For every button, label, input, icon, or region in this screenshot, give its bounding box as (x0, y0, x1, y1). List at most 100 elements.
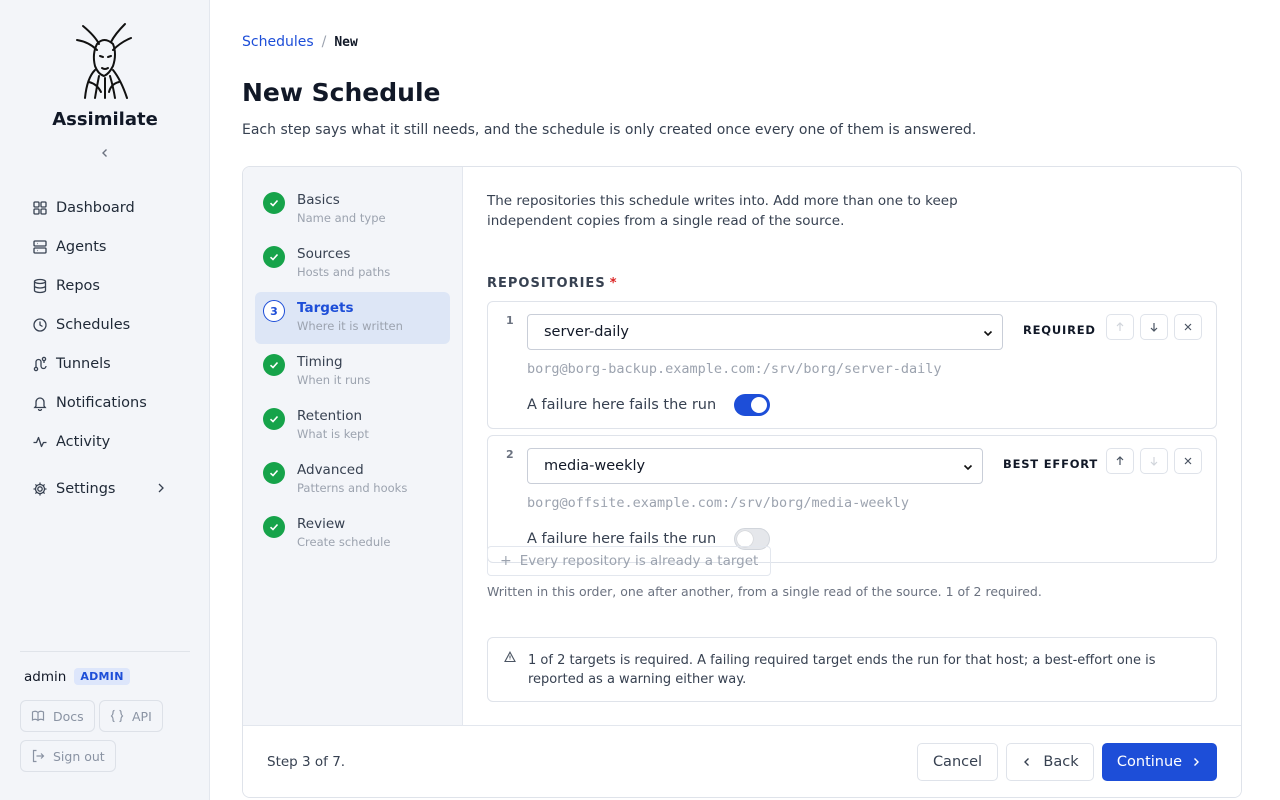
route-icon (33, 356, 47, 371)
sidebar-item-schedules[interactable]: Schedules (20, 305, 190, 344)
step-title: Basics (297, 192, 340, 208)
remove-repo-button[interactable] (1174, 448, 1202, 474)
page-title: New Schedule (242, 78, 441, 107)
sidebar-item-agents[interactable]: Agents (20, 227, 190, 266)
back-label: Back (1043, 754, 1079, 770)
continue-label: Continue (1116, 754, 1183, 770)
collapse-sidebar-button[interactable] (96, 144, 114, 162)
step-desc: Create schedule (297, 535, 391, 549)
step-basics[interactable]: Basics Name and type (255, 184, 450, 236)
chevron-right-icon (1194, 758, 1200, 766)
repo-select[interactable]: media-weekly (527, 448, 983, 484)
database-icon (33, 278, 47, 293)
fail-run-toggle[interactable] (734, 394, 770, 416)
step-desc: Where it is written (297, 319, 403, 333)
close-icon (1184, 323, 1192, 331)
repo-index: 2 (506, 448, 514, 461)
sidebar-item-label: Repos (56, 277, 100, 294)
step-desc: Patterns and hooks (297, 481, 408, 495)
sidebar-item-tunnels[interactable]: Tunnels (20, 344, 190, 383)
check-circle-icon (263, 246, 285, 268)
remove-repo-button[interactable] (1174, 314, 1202, 340)
step-count: Step 3 of 7. (267, 754, 346, 770)
sign-out-button[interactable]: Sign out (20, 740, 116, 772)
move-down-button[interactable] (1140, 314, 1168, 340)
breadcrumb-schedules-link[interactable]: Schedules (242, 34, 314, 50)
book-icon (31, 710, 45, 722)
api-label: API (132, 708, 152, 724)
sign-out-label: Sign out (53, 748, 105, 764)
wizard-card: Basics Name and type Sources Hosts and p… (242, 166, 1242, 798)
arrow-down-icon (1150, 457, 1158, 466)
info-text: 1 of 2 targets is required. A failing re… (528, 653, 1156, 687)
check-circle-icon (263, 516, 285, 538)
sidebar-item-dashboard[interactable]: Dashboard (20, 188, 190, 227)
move-down-button[interactable] (1140, 448, 1168, 474)
step-targets[interactable]: 3 Targets Where it is written (255, 292, 450, 344)
step-number-badge: 3 (263, 300, 285, 322)
page-subtitle: Each step says what it still needs, and … (242, 122, 977, 138)
arrow-down-icon (1150, 323, 1158, 332)
check-circle-icon (263, 408, 285, 430)
chevron-down-icon (963, 464, 973, 471)
step-retention[interactable]: Retention What is kept (255, 400, 450, 452)
step-title: Targets (297, 300, 354, 316)
move-up-button[interactable] (1106, 314, 1134, 340)
fail-run-label: A failure here fails the run (527, 531, 717, 547)
back-button[interactable]: Back (1006, 743, 1094, 781)
braces-icon (110, 709, 124, 723)
step-advanced[interactable]: Advanced Patterns and hooks (255, 454, 450, 506)
close-icon (1184, 457, 1192, 465)
bell-icon (33, 396, 47, 411)
sidebar-item-repos[interactable]: Repos (20, 266, 190, 305)
step-sources[interactable]: Sources Hosts and paths (255, 238, 450, 290)
sidebar-nav: Dashboard Agents Repos Schedules Tunnels… (20, 188, 190, 508)
breadcrumb-current: New (334, 34, 358, 50)
cancel-button[interactable]: Cancel (917, 743, 998, 781)
continue-button[interactable]: Continue (1102, 743, 1217, 781)
repo-select[interactable]: server-daily (527, 314, 1003, 350)
sidebar-item-label: Activity (56, 433, 111, 450)
activity-icon (33, 436, 47, 447)
step-desc: Name and type (297, 211, 386, 225)
sidebar-item-settings[interactable]: Settings (20, 469, 190, 508)
api-button[interactable]: API (99, 700, 163, 732)
repo-select-value: server-daily (544, 324, 629, 340)
chevron-down-icon (983, 330, 993, 337)
add-target-label: Every repository is already a target (519, 553, 759, 569)
check-circle-icon (263, 354, 285, 376)
user-info: admin ADMIN (24, 668, 130, 685)
grid-icon (33, 200, 47, 215)
fail-run-label: A failure here fails the run (527, 397, 717, 413)
add-target-button[interactable]: + Every repository is already a target (487, 546, 772, 576)
sidebar: Assimilate Dashboard Agents Repos Schedu… (0, 0, 210, 800)
sidebar-item-label: Notifications (56, 394, 147, 411)
wizard-footer: Step 3 of 7. Cancel Back Continue (243, 725, 1241, 797)
step-review[interactable]: Review Create schedule (255, 508, 450, 560)
app-name: Assimilate (52, 109, 158, 130)
sidebar-item-notifications[interactable]: Notifications (20, 383, 190, 422)
sidebar-item-activity[interactable]: Activity (20, 422, 190, 461)
repo-index: 1 (506, 314, 514, 327)
required-asterisk: * (609, 276, 618, 291)
sidebar-item-label: Agents (56, 238, 107, 255)
step-desc: Hosts and paths (297, 265, 391, 279)
breadcrumb: Schedules / New (242, 34, 358, 50)
step-timing[interactable]: Timing When it runs (255, 346, 450, 398)
info-box: 1 of 2 targets is required. A failing re… (487, 637, 1217, 702)
toggle-knob (751, 397, 767, 413)
toggle-knob (737, 531, 753, 547)
step-desc: When it runs (297, 373, 371, 387)
step-title: Sources (297, 246, 351, 262)
order-note: Written in this order, one after another… (487, 584, 1042, 599)
sidebar-divider (20, 651, 190, 652)
repo-role-badge: REQUIRED (1023, 323, 1096, 337)
chevron-left-icon (1024, 758, 1030, 766)
move-up-button[interactable] (1106, 448, 1134, 474)
docs-label: Docs (53, 708, 84, 724)
sidebar-item-label: Tunnels (56, 355, 111, 372)
logo-icon (76, 23, 132, 99)
repo-path: borg@borg-backup.example.com:/srv/borg/s… (527, 361, 942, 377)
docs-button[interactable]: Docs (20, 700, 95, 732)
targets-panel: The repositories this schedule writes in… (487, 191, 1217, 702)
